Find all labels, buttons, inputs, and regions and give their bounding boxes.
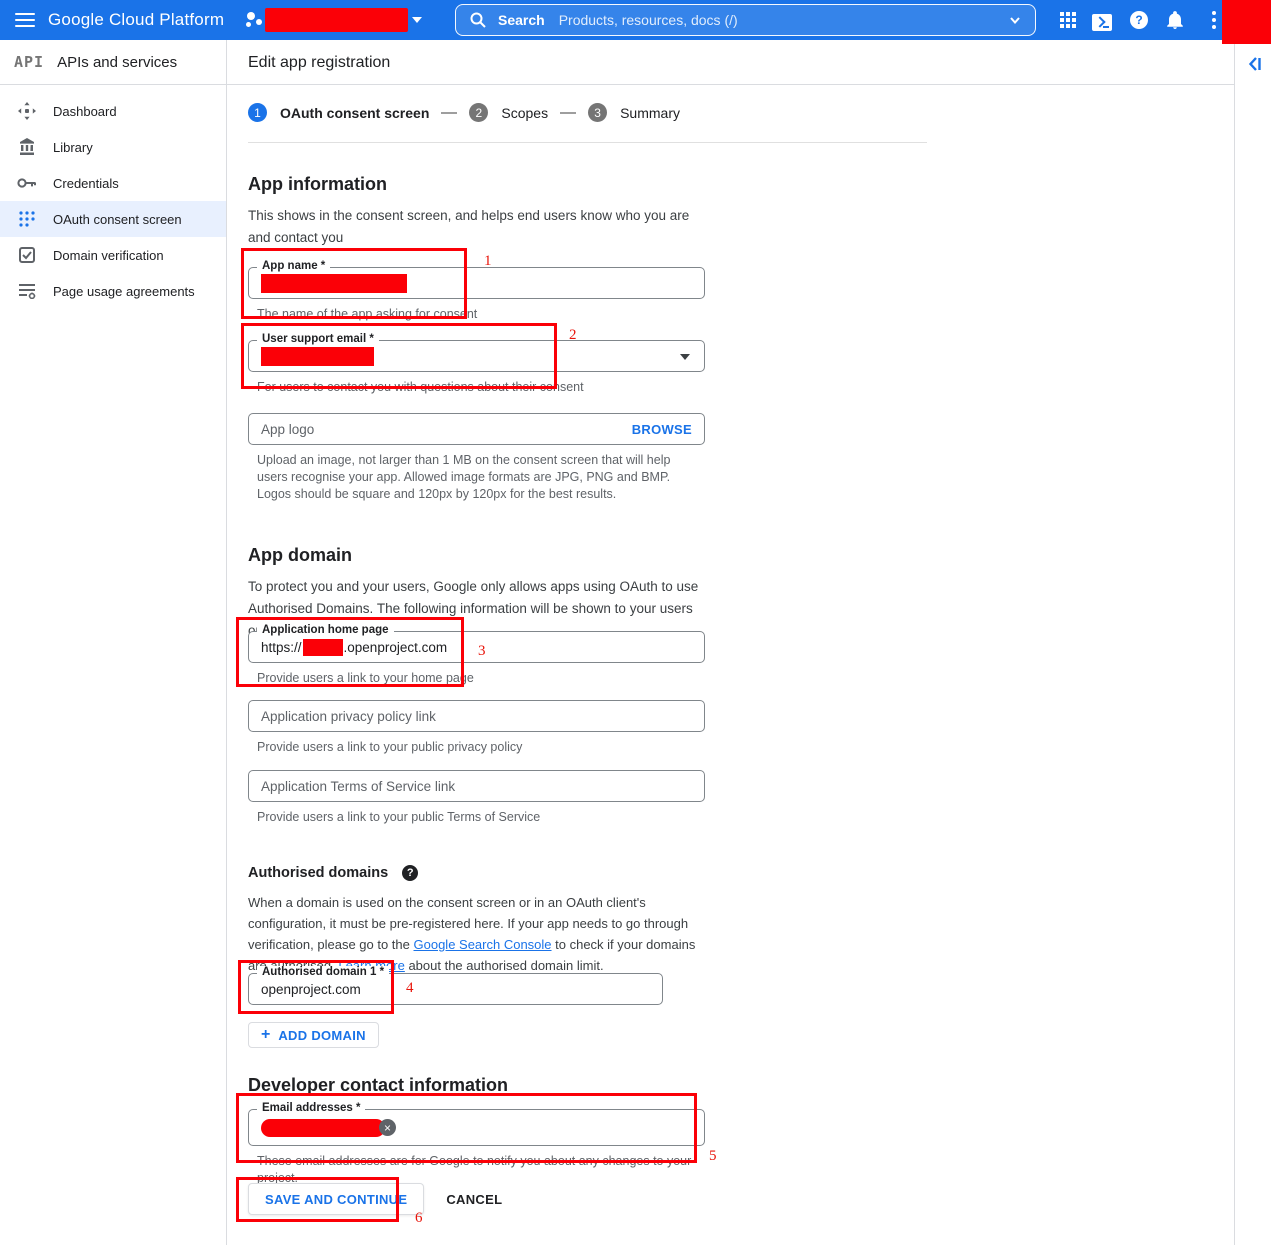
action-buttons: SAVE AND CONTINUE CANCEL xyxy=(248,1183,502,1215)
app-name-input[interactable]: App name * xyxy=(248,267,705,299)
help-icon[interactable]: ? xyxy=(1129,10,1149,30)
home-page-subdomain-redaction xyxy=(303,639,343,656)
user-support-email-select[interactable]: User support email * xyxy=(248,340,705,372)
apps-grid-icon[interactable] xyxy=(1058,10,1078,30)
step-3-label[interactable]: Summary xyxy=(620,105,680,121)
step-2-label[interactable]: Scopes xyxy=(501,105,548,121)
help-question-icon[interactable]: ? xyxy=(402,865,418,881)
browse-button[interactable]: BROWSE xyxy=(632,422,692,437)
home-page-field-group: Application home page https://.openproje… xyxy=(248,631,705,687)
search-input[interactable]: Search Products, resources, docs (/) xyxy=(455,4,1036,36)
sidebar-item-oauth-consent-screen[interactable]: OAuth consent screen xyxy=(0,201,226,237)
step-divider xyxy=(441,112,457,114)
consent-screen-icon xyxy=(17,209,37,229)
app-name-helper: The name of the app asking for consent xyxy=(257,306,705,323)
menu-icon[interactable] xyxy=(15,10,37,30)
step-1-label[interactable]: OAuth consent screen xyxy=(280,105,429,121)
notifications-bell-icon[interactable] xyxy=(1165,10,1185,30)
sidebar-item-credentials[interactable]: Credentials xyxy=(0,165,226,201)
project-caret-down-icon[interactable] xyxy=(412,17,422,23)
page-title: Edit app registration xyxy=(248,40,390,85)
app-information-description: This shows in the consent screen, and he… xyxy=(248,205,700,249)
email-chip-redaction xyxy=(261,1119,385,1137)
project-icon xyxy=(245,10,265,30)
terms-of-service-helper: Provide users a link to your public Term… xyxy=(257,809,705,826)
gcp-console-page: Google Cloud Platform Search Products, r… xyxy=(0,0,1271,1245)
annotation-number-3: 3 xyxy=(478,643,486,660)
step-1-circle[interactable]: 1 xyxy=(248,103,267,122)
stepper: 1 OAuth consent screen 2 Scopes 3 Summar… xyxy=(248,103,680,122)
step-divider xyxy=(560,112,576,114)
application-home-page-input[interactable]: Application home page https://.openproje… xyxy=(248,631,705,663)
terms-of-service-field-group: Application Terms of Service link Provid… xyxy=(248,770,705,826)
email-addresses-input[interactable]: Email addresses * × xyxy=(248,1109,705,1146)
right-rail xyxy=(1234,40,1271,1245)
more-options-icon[interactable] xyxy=(1204,10,1224,30)
privacy-policy-helper: Provide users a link to your public priv… xyxy=(257,739,705,756)
authorised-domains-title: Authorised domains xyxy=(248,865,388,881)
authorised-domain-1-input[interactable]: Authorised domain 1 * openproject.com xyxy=(248,973,663,1005)
account-avatar-redaction[interactable] xyxy=(1222,0,1271,44)
app-information-title: App information xyxy=(248,174,387,195)
top-app-bar: Google Cloud Platform Search Products, r… xyxy=(0,0,1271,40)
email-addresses-field-group: Email addresses * × These email addresse… xyxy=(248,1109,705,1187)
cloud-shell-icon[interactable] xyxy=(1092,12,1112,32)
sidebar: API APIs and services Dashboard Library xyxy=(0,40,227,1245)
app-logo-field-group: App logo BROWSE Upload an image, not lar… xyxy=(248,413,705,503)
user-support-email-field-group: User support email * For users to contac… xyxy=(248,340,705,396)
sidebar-item-library[interactable]: Library xyxy=(0,129,226,165)
app-name-value-redaction xyxy=(261,274,407,293)
select-caret-down-icon[interactable] xyxy=(680,354,690,360)
key-icon xyxy=(17,173,37,193)
app-logo-input[interactable]: App logo BROWSE xyxy=(248,413,705,445)
chevron-down-icon[interactable] xyxy=(1009,14,1021,26)
dashboard-icon xyxy=(17,101,37,121)
divider xyxy=(248,142,927,143)
save-and-continue-button[interactable]: SAVE AND CONTINUE xyxy=(248,1183,424,1215)
authorised-domains-description: When a domain is used on the consent scr… xyxy=(248,892,710,976)
sidebar-item-dashboard[interactable]: Dashboard xyxy=(0,93,226,129)
product-name[interactable]: Google Cloud Platform xyxy=(48,0,224,40)
google-search-console-link[interactable]: Google Search Console xyxy=(414,937,552,952)
terms-of-service-input[interactable]: Application Terms of Service link xyxy=(248,770,705,802)
user-support-email-helper: For users to contact you with questions … xyxy=(257,379,705,396)
collapse-panel-icon[interactable] xyxy=(1247,56,1263,72)
annotation-number-1: 1 xyxy=(484,253,492,270)
search-label: Search xyxy=(498,12,545,28)
search-icon xyxy=(470,12,486,28)
app-domain-title: App domain xyxy=(248,545,352,566)
annotation-number-6: 6 xyxy=(415,1210,423,1227)
chip-close-icon[interactable]: × xyxy=(379,1119,396,1136)
annotation-number-5: 5 xyxy=(709,1148,717,1165)
privacy-policy-input[interactable]: Application privacy policy link xyxy=(248,700,705,732)
developer-contact-title: Developer contact information xyxy=(248,1075,508,1096)
home-page-helper: Provide users a link to your home page xyxy=(257,670,705,687)
cancel-button[interactable]: CANCEL xyxy=(446,1192,502,1207)
step-2-circle[interactable]: 2 xyxy=(469,103,488,122)
privacy-policy-field-group: Application privacy policy link Provide … xyxy=(248,700,705,756)
main-header: Edit app registration xyxy=(227,40,1234,85)
agreements-icon xyxy=(17,281,37,301)
app-name-field-group: App name * The name of the app asking fo… xyxy=(248,267,705,323)
api-logo: API xyxy=(14,53,44,71)
search-placeholder: Products, resources, docs (/) xyxy=(559,12,1009,28)
annotation-number-2: 2 xyxy=(569,327,577,344)
authorised-domain-1-field-group: Authorised domain 1 * openproject.com xyxy=(248,973,663,1005)
email-addresses-helper: These email addresses are for Google to … xyxy=(257,1153,705,1187)
sidebar-header: API APIs and services xyxy=(0,40,226,85)
plus-icon: + xyxy=(261,1026,270,1044)
add-domain-button[interactable]: + ADD DOMAIN xyxy=(248,1022,379,1048)
sidebar-title: APIs and services xyxy=(57,54,177,71)
user-support-email-value-redaction xyxy=(261,347,374,366)
sidebar-item-page-usage-agreements[interactable]: Page usage agreements xyxy=(0,273,226,309)
app-logo-helper: Upload an image, not larger than 1 MB on… xyxy=(257,452,702,503)
library-icon xyxy=(17,137,37,157)
project-name-redaction[interactable] xyxy=(265,8,408,32)
annotation-number-4: 4 xyxy=(406,980,414,997)
sidebar-item-domain-verification[interactable]: Domain verification xyxy=(0,237,226,273)
checkbox-icon xyxy=(17,245,37,265)
step-3-circle[interactable]: 3 xyxy=(588,103,607,122)
